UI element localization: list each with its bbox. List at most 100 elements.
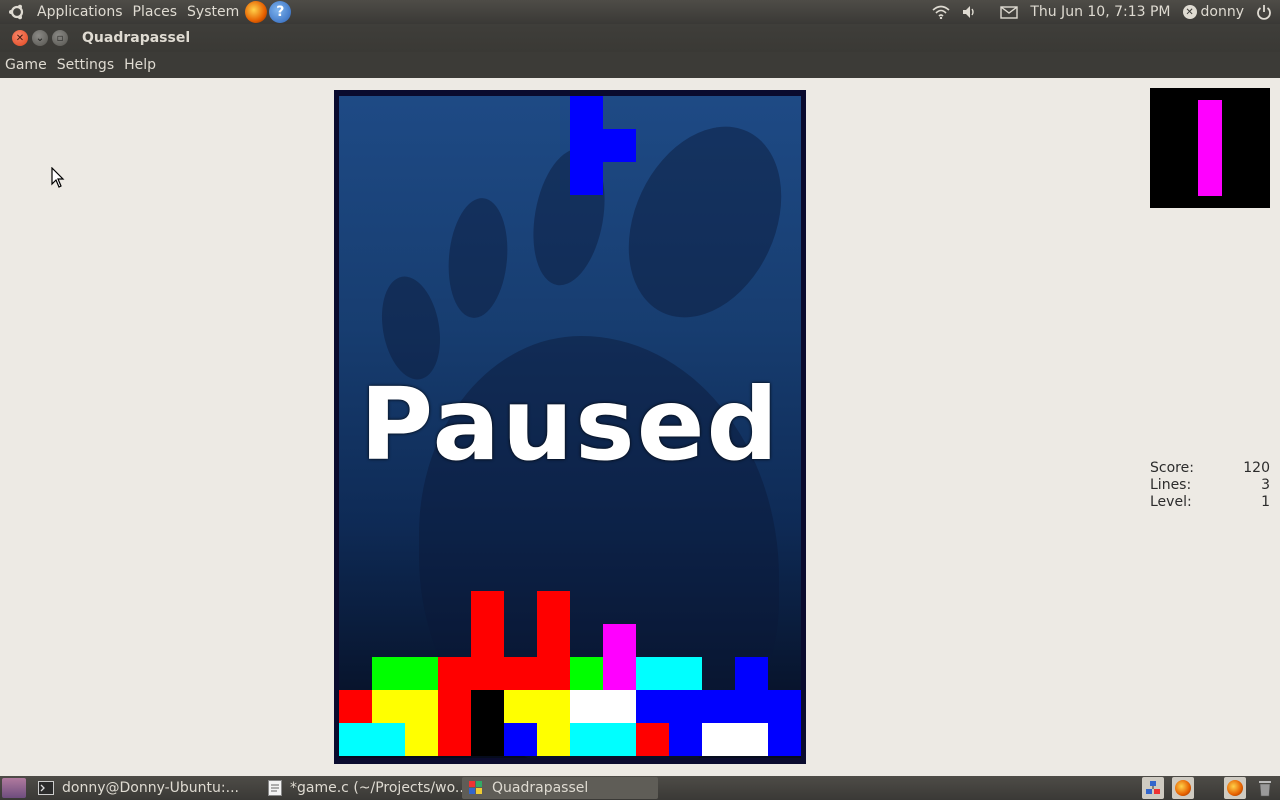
board-block (570, 657, 603, 690)
board-block (405, 657, 438, 690)
board-block (438, 657, 471, 690)
board-block (702, 723, 735, 756)
falling-piece-block (603, 129, 636, 162)
board-block (603, 624, 636, 657)
board-block (669, 723, 702, 756)
board-block (372, 690, 405, 723)
applications-menu[interactable]: Applications (32, 0, 128, 24)
user-menu[interactable]: ✕ donny (1182, 4, 1244, 20)
window-titlebar[interactable]: ✕ ⌄ ▫ Quadrapassel (0, 24, 1280, 52)
next-piece-preview (1150, 88, 1270, 208)
ubuntu-logo-icon[interactable] (6, 1, 28, 23)
background-foot-toe (443, 195, 513, 321)
board-block (471, 690, 504, 723)
firefox-icon[interactable] (245, 1, 268, 23)
board-block (537, 657, 570, 690)
board-block (735, 723, 768, 756)
board-block (768, 690, 801, 723)
board-block (735, 657, 768, 690)
score-label: Score: (1150, 460, 1194, 476)
board-block (537, 591, 570, 624)
user-name: donny (1200, 4, 1244, 20)
level-label: Level: (1150, 494, 1192, 510)
board-block (603, 657, 636, 690)
board-block (405, 690, 438, 723)
board-block (570, 690, 603, 723)
board-block (537, 723, 570, 756)
level-row: Level: 1 (1150, 494, 1270, 511)
trash-icon[interactable] (1254, 777, 1276, 799)
text-editor-icon (268, 780, 282, 796)
falling-piece-block (570, 96, 603, 129)
settings-menu[interactable]: Settings (52, 57, 119, 73)
score-row: Score: 120 (1150, 460, 1270, 477)
board-block (570, 723, 603, 756)
board-block (669, 690, 702, 723)
help-icon[interactable]: ? (269, 1, 292, 23)
taskbar-item-quadrapassel[interactable]: Quadrapassel (462, 777, 658, 799)
board-block (438, 690, 471, 723)
board-block (405, 723, 438, 756)
close-window-button[interactable]: ✕ (12, 30, 28, 46)
help-menu[interactable]: Help (119, 57, 161, 73)
volume-icon[interactable] (962, 5, 978, 19)
next-piece-block (1198, 148, 1222, 172)
board-block (339, 723, 372, 756)
board-block (471, 624, 504, 657)
falling-piece-block (570, 129, 603, 162)
wifi-icon[interactable] (932, 5, 950, 19)
falling-piece-block (570, 162, 603, 195)
taskbar-label: Quadrapassel (492, 780, 589, 796)
taskbar-label: *game.c (~/Projects/wo... (290, 780, 462, 796)
board-block (537, 690, 570, 723)
next-piece-block (1198, 172, 1222, 196)
board-block (504, 657, 537, 690)
places-menu[interactable]: Places (128, 0, 183, 24)
board-block (504, 690, 537, 723)
score-panel: Score: 120 Lines: 3 Level: 1 (1150, 460, 1270, 511)
level-value: 1 (1261, 494, 1270, 510)
taskbar-item-gedit[interactable]: *game.c (~/Projects/wo... (262, 777, 462, 799)
power-icon[interactable] (1256, 4, 1272, 20)
score-value: 120 (1243, 460, 1270, 476)
taskbar-label: donny@Donny-Ubuntu:... (62, 780, 239, 796)
board-block (537, 624, 570, 657)
board-block (702, 690, 735, 723)
menubar: Game Settings Help (0, 52, 1280, 78)
mail-icon[interactable] (1000, 5, 1019, 19)
minimize-window-button[interactable]: ⌄ (32, 30, 48, 46)
firefox-window-icon[interactable] (1224, 777, 1246, 799)
board-block (504, 723, 537, 756)
window-title: Quadrapassel (82, 30, 191, 46)
taskbar-item-terminal[interactable]: donny@Donny-Ubuntu:... (32, 777, 262, 799)
board-block (339, 690, 372, 723)
clock[interactable]: Thu Jun 10, 7:13 PM (1030, 4, 1170, 20)
top-panel: Applications Places System ? Thu Jun 10,… (0, 0, 1280, 24)
workspace-switcher-icon[interactable] (1142, 777, 1164, 799)
board-block (636, 690, 669, 723)
mouse-cursor-icon (51, 166, 65, 193)
board-block (471, 591, 504, 624)
game-menu[interactable]: Game (0, 57, 52, 73)
board-block (438, 723, 471, 756)
next-piece-block (1198, 124, 1222, 148)
board-block (372, 657, 405, 690)
terminal-icon (38, 780, 54, 796)
maximize-window-button[interactable]: ▫ (52, 30, 68, 46)
board-block (603, 690, 636, 723)
system-menu[interactable]: System (182, 0, 244, 24)
board-block (768, 723, 801, 756)
quadrapassel-icon (468, 780, 484, 796)
game-board[interactable]: Paused (334, 90, 806, 764)
board-block (471, 723, 504, 756)
bottom-panel: donny@Donny-Ubuntu:... *game.c (~/Projec… (0, 776, 1280, 800)
board-block (372, 723, 405, 756)
game-field: Paused (339, 96, 801, 758)
show-desktop-icon[interactable] (2, 778, 26, 798)
board-block (636, 723, 669, 756)
firefox-tray-icon[interactable] (1172, 777, 1194, 799)
board-block (735, 690, 768, 723)
lines-value: 3 (1261, 477, 1270, 493)
board-block (669, 657, 702, 690)
